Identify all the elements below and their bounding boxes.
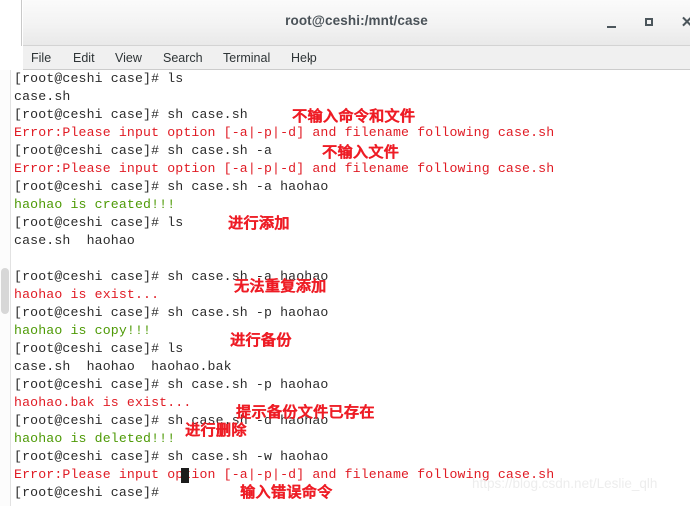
menu-item-terminal[interactable]: Terminal — [223, 49, 270, 67]
menu-item-search[interactable]: Search — [163, 49, 203, 67]
terminal-cursor — [181, 468, 189, 483]
terminal-line: haohao is copy!!! — [14, 323, 152, 338]
terminal-line: [root@ceshi case]# ls — [14, 215, 184, 230]
terminal-line: case.sh haohao haohao.bak — [14, 359, 232, 374]
watermark: https://blog.csdn.net/Leslie_qlh — [472, 476, 658, 491]
terminal-line: [root@ceshi case]# sh case.sh -p haohao — [14, 377, 329, 392]
annotation-label: 输入错误命令 — [240, 483, 333, 501]
title-bar[interactable]: root@ceshi:/mnt/case ✕ — [23, 0, 690, 46]
terminal-line: [root@ceshi case]# sh case.sh -a — [14, 143, 273, 158]
terminal-output-area[interactable]: [root@ceshi case]# ls case.sh [root@ceshi … — [12, 70, 690, 506]
window-frame-left-edge — [0, 0, 22, 46]
close-button[interactable]: ✕ — [677, 13, 690, 33]
close-icon: ✕ — [680, 14, 690, 31]
maximize-icon — [645, 18, 653, 26]
terminal-line: haohao.bak is exist... — [14, 395, 192, 410]
menu-item-help[interactable]: Help — [291, 49, 317, 67]
terminal-line: haohao is exist... — [14, 287, 160, 302]
annotation-label: 不输入文件 — [322, 143, 400, 161]
terminal-line: [root@ceshi case]# sh case.sh -p haohao — [14, 305, 329, 320]
annotation-label: 无法重复添加 — [234, 277, 327, 295]
terminal-line: haohao is created!!! — [14, 197, 176, 212]
terminal-line: case.sh — [14, 89, 71, 104]
terminal-line: Error:Please input option [-a|-p|-d] and… — [14, 161, 555, 176]
annotation-label: 进行删除 — [185, 421, 247, 439]
minimize-icon — [606, 26, 616, 28]
terminal-line: [root@ceshi case]# sh case.sh -w haohao — [14, 449, 329, 464]
scrollbar-thumb[interactable] — [1, 268, 9, 314]
annotation-label: 提示备份文件已存在 — [236, 403, 375, 421]
terminal-line: haohao is deleted!!! — [14, 431, 176, 446]
menu-item-edit[interactable]: Edit — [73, 49, 95, 67]
menu-item-file[interactable]: File — [31, 49, 51, 67]
terminal-scrollbar[interactable] — [0, 70, 11, 506]
terminal-line: [root@ceshi case]# — [14, 485, 168, 500]
minimize-button[interactable] — [601, 13, 621, 33]
menu-item-view[interactable]: View — [115, 49, 142, 67]
menu-bar: File Edit View Search Terminal Help — [23, 46, 690, 70]
terminal-line: Error:Please input option [-a|-p|-d] and… — [14, 125, 555, 140]
annotation-label: 不输入命令和文件 — [292, 107, 416, 125]
annotation-label: 进行添加 — [228, 214, 290, 232]
terminal-line: [root@ceshi case]# ls — [14, 71, 184, 86]
window-title: root@ceshi:/mnt/case — [285, 13, 428, 28]
terminal-window: root@ceshi:/mnt/case ✕ File Edit View Se… — [0, 0, 690, 506]
terminal-line: [root@ceshi case]# sh case.sh — [14, 107, 248, 122]
terminal-line: [root@ceshi case]# sh case.sh -a haohao — [14, 179, 329, 194]
terminal-line: case.sh haohao — [14, 233, 135, 248]
annotation-label: 进行备份 — [230, 331, 292, 349]
maximize-button[interactable] — [639, 13, 659, 33]
terminal-line: [root@ceshi case]# ls — [14, 341, 184, 356]
menu-indicator-dot — [308, 58, 310, 60]
